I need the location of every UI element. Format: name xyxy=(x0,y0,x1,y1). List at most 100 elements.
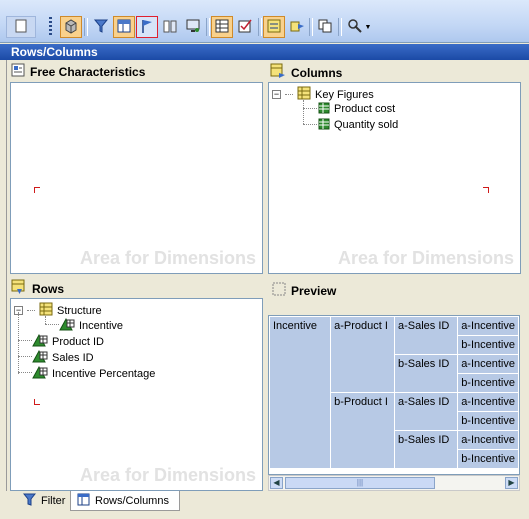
drop-marker xyxy=(34,399,40,405)
tab-rows-columns[interactable]: Rows/Columns xyxy=(70,491,180,511)
structure-label: Structure xyxy=(57,304,102,317)
checklist-icon xyxy=(237,18,253,37)
rows-title: Rows xyxy=(32,281,65,296)
product-cost-label: Product cost xyxy=(334,103,396,115)
preview-incentive-cell: a-Incentive xyxy=(457,316,519,336)
scroll-left-button[interactable]: ◀ xyxy=(270,477,283,489)
preview-title: Preview xyxy=(291,283,337,298)
navigation-icon xyxy=(266,18,282,37)
collapse-icon[interactable]: − xyxy=(272,90,281,99)
page-button[interactable] xyxy=(6,16,36,38)
preview-table: Incentive a-Product I a-Sales ID a-Incen… xyxy=(269,316,519,469)
preview-product-cell: a-Product I xyxy=(330,316,395,393)
toolbar-grip[interactable] xyxy=(49,17,52,37)
flag-icon xyxy=(139,18,155,37)
tree-row-sales-id[interactable]: Sales ID xyxy=(32,349,94,366)
key-figures-label: Key Figures xyxy=(315,88,374,101)
checklist-button[interactable] xyxy=(234,16,256,38)
toolbar: ▼ xyxy=(0,0,529,43)
tree-row-incentive-percentage[interactable]: Incentive Percentage xyxy=(32,365,155,382)
sales-id-label: Sales ID xyxy=(52,351,94,364)
monitor-icon xyxy=(185,18,201,37)
tab-filter-label: Filter xyxy=(41,495,66,507)
free-characteristics-watermark: Area for Dimensions xyxy=(79,248,256,268)
copy-icon xyxy=(317,18,333,37)
left-splitter[interactable] xyxy=(0,60,7,495)
toolbar-separator xyxy=(206,18,210,36)
tree-row-product-id[interactable]: Product ID xyxy=(32,333,104,350)
columns-button[interactable] xyxy=(159,16,181,38)
toolbar-separator xyxy=(338,18,342,36)
toolbar-separator xyxy=(258,18,262,36)
preview-incentive-cell: a-Incentive xyxy=(457,354,519,374)
preview-sales-cell: a-Sales ID xyxy=(393,392,459,431)
window-title-bar: Rows/Columns xyxy=(0,44,529,60)
flag-button[interactable] xyxy=(136,16,158,38)
cube-button[interactable] xyxy=(60,16,82,38)
product-id-label: Product ID xyxy=(52,335,104,348)
characteristic-icon xyxy=(32,349,48,366)
preview-header-cell: Incentive xyxy=(269,316,332,469)
layout-button[interactable] xyxy=(113,16,135,38)
grid-button[interactable] xyxy=(211,16,233,38)
toolbar-separator xyxy=(309,18,313,36)
rows-icon xyxy=(11,279,27,298)
tab-rows-columns-label: Rows/Columns xyxy=(95,494,169,507)
preview-horizontal-scrollbar[interactable]: ◀ ||| ▶ xyxy=(268,475,520,491)
free-characteristics-icon xyxy=(11,63,25,80)
characteristic-icon xyxy=(59,317,75,334)
chevron-down-icon: ▼ xyxy=(364,23,372,31)
columns-watermark: Area for Dimensions xyxy=(337,248,514,268)
tree-row-incentive[interactable]: Incentive xyxy=(59,317,123,334)
preview-grid[interactable]: Incentive a-Product I a-Sales ID a-Incen… xyxy=(268,315,520,475)
preview-incentive-cell: a-Incentive xyxy=(457,392,519,412)
filter-button[interactable] xyxy=(90,16,112,38)
toolbar-separator xyxy=(84,18,88,36)
preview-incentive-cell: b-Incentive xyxy=(457,449,519,469)
key-figures-icon xyxy=(297,86,311,103)
drop-marker xyxy=(483,187,489,193)
grid-icon xyxy=(214,18,230,37)
page-icon xyxy=(14,19,28,36)
free-characteristics-title: Free Characteristics xyxy=(30,64,146,79)
structure-icon xyxy=(39,302,53,319)
measure-icon xyxy=(317,101,330,117)
preview-header: Preview xyxy=(272,282,336,299)
monitor-button[interactable] xyxy=(182,16,204,38)
scroll-thumb[interactable]: ||| xyxy=(285,477,435,489)
preview-incentive-cell: b-Incentive xyxy=(457,335,519,355)
tree-row-quantity-sold[interactable]: Quantity sold xyxy=(317,117,398,133)
export-icon xyxy=(289,18,305,37)
scroll-right-button[interactable]: ▶ xyxy=(505,477,518,489)
filter-icon xyxy=(22,493,37,509)
tab-filter[interactable]: Filter xyxy=(17,491,71,511)
preview-sales-cell: a-Sales ID xyxy=(393,316,459,355)
columns-drop-area[interactable]: − Key Figures Product cost Quantity sold… xyxy=(268,82,521,274)
navigation-button[interactable] xyxy=(263,16,285,38)
preview-incentive-cell: a-Incentive xyxy=(457,430,519,450)
window-title: Rows/Columns xyxy=(11,45,98,59)
characteristic-icon xyxy=(32,365,48,382)
export-button[interactable] xyxy=(286,16,308,38)
filter-icon xyxy=(93,18,109,37)
free-characteristics-drop-area[interactable]: Area for Dimensions xyxy=(10,82,263,274)
columns-icon xyxy=(162,18,178,37)
free-characteristics-header: Free Characteristics xyxy=(11,63,145,80)
columns-icon xyxy=(270,63,286,82)
columns-title: Columns xyxy=(291,65,343,80)
preview-icon xyxy=(272,282,286,299)
columns-header: Columns xyxy=(270,63,342,82)
drop-marker xyxy=(34,187,40,193)
copy-button[interactable] xyxy=(314,16,336,38)
incentive-percentage-label: Incentive Percentage xyxy=(52,367,156,380)
preview-product-cell: b-Product I xyxy=(330,392,395,469)
layout-icon xyxy=(116,18,132,37)
table-icon xyxy=(77,493,90,509)
rows-header: Rows xyxy=(11,279,64,298)
tools-dropdown-button[interactable]: ▼ xyxy=(343,16,375,38)
preview-incentive-cell: b-Incentive xyxy=(457,373,519,393)
tools-icon xyxy=(347,18,363,37)
rows-drop-area[interactable]: − Structure Incentive Product ID Sales I… xyxy=(10,298,263,491)
characteristic-icon xyxy=(32,333,48,350)
tree-row-product-cost[interactable]: Product cost xyxy=(317,101,395,117)
